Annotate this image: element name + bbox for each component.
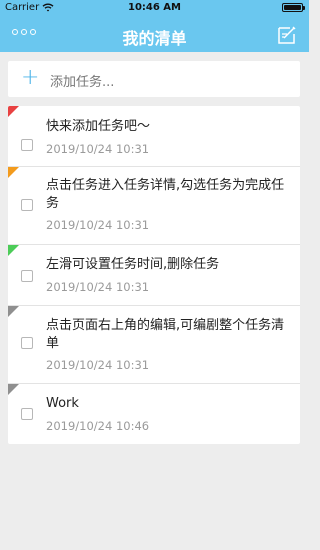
- task-checkbox[interactable]: [21, 337, 33, 349]
- task-row[interactable]: 左滑可设置任务时间,删除任务 2019/10/24 10:31: [8, 245, 300, 306]
- add-icon[interactable]: +: [21, 67, 39, 89]
- task-title: 点击页面右上角的编辑,可编剧整个任务清单: [46, 318, 285, 351]
- battery-icon: [282, 3, 305, 12]
- priority-flag: [8, 384, 19, 395]
- task-time: 2019/10/24 10:31: [46, 280, 150, 294]
- task-checkbox[interactable]: [21, 199, 33, 211]
- priority-flag: [8, 106, 19, 117]
- task-row[interactable]: 点击任务进入任务详情,勾选任务为完成任务 2019/10/24 10:31: [8, 167, 300, 245]
- task-title: 左滑可设置任务时间,删除任务: [46, 257, 220, 272]
- status-bar: Carrier 10:46 AM: [0, 0, 309, 16]
- priority-flag: [8, 245, 19, 256]
- task-time: 2019/10/24 10:31: [46, 218, 150, 232]
- task-row[interactable]: Work 2019/10/24 10:46: [8, 384, 300, 444]
- task-list: 快来添加任务吧～ 2019/10/24 10:31 点击任务进入任务详情,勾选任…: [8, 106, 300, 444]
- add-task-input[interactable]: 添加任务...: [50, 71, 114, 90]
- priority-flag: [8, 306, 19, 317]
- edit-list-icon[interactable]: [277, 25, 297, 45]
- task-title: Work: [46, 396, 79, 411]
- task-title: 点击任务进入任务详情,勾选任务为完成任务: [46, 178, 285, 211]
- page-title: 我的清单: [122, 29, 187, 48]
- add-task-bar[interactable]: + 添加任务...: [8, 61, 300, 97]
- task-row[interactable]: 点击页面右上角的编辑,可编剧整个任务清单 2019/10/24 10:31: [8, 306, 300, 384]
- navbar: 我的清单: [0, 18, 309, 52]
- task-title: 快来添加任务吧～: [46, 119, 151, 134]
- task-row[interactable]: 快来添加任务吧～ 2019/10/24 10:31: [8, 106, 300, 167]
- task-checkbox[interactable]: [21, 270, 33, 282]
- task-checkbox[interactable]: [21, 408, 33, 420]
- task-time: 2019/10/24 10:46: [46, 419, 150, 433]
- task-time: 2019/10/24 10:31: [46, 142, 150, 156]
- task-checkbox[interactable]: [21, 139, 33, 151]
- task-time: 2019/10/24 10:31: [46, 358, 150, 372]
- app-header: Carrier 10:46 AM 我的清单: [0, 0, 309, 52]
- priority-flag: [8, 167, 19, 178]
- status-time: 10:46 AM: [127, 2, 181, 13]
